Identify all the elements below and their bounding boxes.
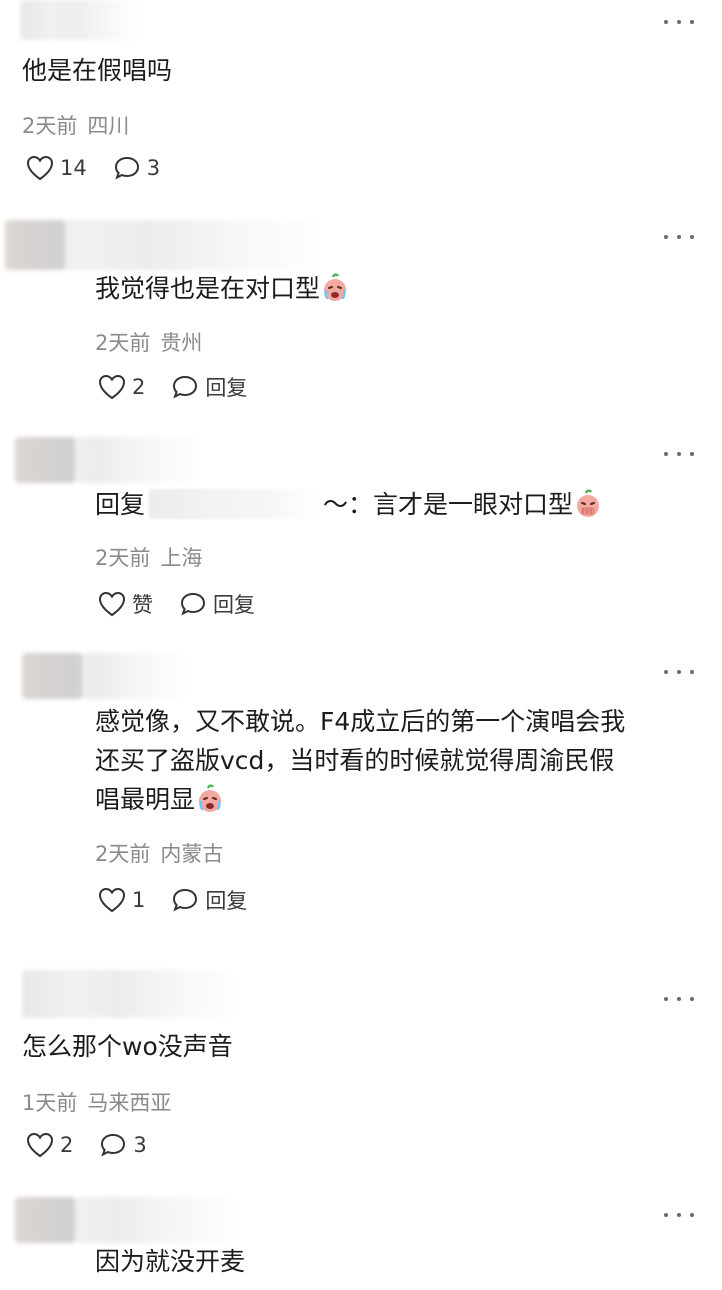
reply-label: 回复 bbox=[205, 889, 248, 913]
comment-location: 上海 bbox=[160, 546, 203, 570]
crying-emoji-icon bbox=[195, 784, 225, 814]
like-count: 2 bbox=[132, 375, 146, 399]
comment-location: 内蒙古 bbox=[160, 842, 224, 866]
reply-button[interactable]: 回复 bbox=[179, 589, 255, 619]
comment-actions: 2 回复 bbox=[98, 372, 273, 402]
comment-text-content: 我觉得也是在对口型 bbox=[95, 274, 321, 303]
comment-time: 2天前 bbox=[95, 331, 151, 355]
comment-time: 2天前 bbox=[95, 546, 151, 570]
crying-emoji-icon bbox=[320, 273, 350, 303]
heart-icon bbox=[26, 1132, 54, 1158]
comment-meta: 2天前 内蒙古 bbox=[95, 838, 223, 868]
more-dots-icon[interactable] bbox=[664, 15, 694, 29]
reply-count-button[interactable]: 3 bbox=[99, 1132, 147, 1158]
comment-actions: 2 3 bbox=[26, 1132, 173, 1158]
comment-location: 贵州 bbox=[160, 331, 203, 355]
like-count: 14 bbox=[60, 156, 87, 180]
more-dots-icon[interactable] bbox=[664, 992, 694, 1006]
more-dots-icon[interactable] bbox=[664, 230, 694, 244]
comment-bubble-icon bbox=[173, 888, 198, 912]
comment-bubble-icon bbox=[101, 1133, 126, 1157]
comment-time: 1天前 bbox=[22, 1091, 78, 1115]
reply-count: 3 bbox=[146, 156, 161, 180]
heart-icon bbox=[98, 887, 126, 913]
comment-actions: 14 3 bbox=[26, 155, 186, 181]
like-button[interactable]: 赞 bbox=[98, 589, 153, 619]
comment-text-line: 还买了盗版vcd，当时看的时候就觉得周渝民假 bbox=[95, 746, 615, 775]
heart-icon bbox=[26, 155, 54, 181]
comment-bubble-icon bbox=[173, 375, 198, 399]
facepalm-emoji-icon bbox=[573, 489, 603, 519]
username-blurred[interactable] bbox=[5, 220, 323, 270]
comment-time: 2天前 bbox=[95, 842, 151, 866]
username-blurred[interactable] bbox=[15, 437, 201, 483]
like-button[interactable]: 1 bbox=[98, 887, 145, 913]
like-count: 1 bbox=[132, 888, 146, 912]
mention-blurred[interactable] bbox=[149, 489, 320, 519]
like-count: 2 bbox=[60, 1133, 74, 1157]
username-blurred[interactable] bbox=[20, 0, 140, 40]
like-button[interactable]: 14 bbox=[26, 155, 87, 181]
comment-text: 他是在假唱吗 bbox=[22, 56, 173, 85]
more-dots-icon[interactable] bbox=[664, 1208, 694, 1222]
username-blurred[interactable] bbox=[22, 653, 188, 699]
reply-prefix: 回复 bbox=[95, 490, 146, 519]
comment-time: 2天前 bbox=[22, 114, 78, 138]
reply-count-button[interactable]: 3 bbox=[113, 155, 160, 181]
comment-text: 因为就没开麦 bbox=[95, 1247, 246, 1276]
comment-text-content: ～：言才是一眼对口型 bbox=[323, 490, 574, 519]
comment-location: 马来西亚 bbox=[87, 1091, 172, 1115]
comment-meta: 2天前 上海 bbox=[95, 542, 202, 572]
like-button[interactable]: 2 bbox=[26, 1132, 73, 1158]
heart-icon bbox=[98, 591, 126, 617]
more-dots-icon[interactable] bbox=[664, 447, 694, 461]
comment-meta: 2天前 四川 bbox=[22, 110, 129, 140]
username-blurred[interactable] bbox=[15, 1197, 240, 1243]
comment-text: 唱最明显 bbox=[95, 781, 225, 819]
comment-location: 四川 bbox=[87, 114, 130, 138]
reply-count: 3 bbox=[133, 1133, 147, 1157]
comment-meta: 1天前 马来西亚 bbox=[22, 1087, 171, 1117]
reply-button[interactable]: 回复 bbox=[171, 885, 247, 915]
reply-label: 回复 bbox=[213, 593, 255, 617]
reply-button[interactable]: 回复 bbox=[171, 372, 247, 402]
comment-meta: 2天前 贵州 bbox=[95, 327, 202, 357]
comment-bubble-icon bbox=[180, 592, 206, 616]
comment-text: 我觉得也是在对口型 bbox=[95, 270, 350, 308]
comment-actions: 1 回复 bbox=[98, 885, 273, 915]
username-blurred[interactable] bbox=[22, 970, 237, 1018]
comment-text: 回复 ～：言才是一眼对口型 bbox=[95, 486, 603, 524]
comment-text-line: 唱最明显 bbox=[95, 785, 196, 814]
reply-label: 回复 bbox=[205, 376, 248, 400]
more-dots-icon[interactable] bbox=[664, 665, 694, 679]
comment-text: 怎么那个wo没声音 bbox=[22, 1032, 233, 1061]
comment-actions: 赞 回复 bbox=[98, 589, 281, 619]
heart-icon bbox=[98, 374, 126, 400]
like-label: 赞 bbox=[132, 593, 153, 617]
comment-text-line: 感觉像，又不敢说。F4成立后的第一个演唱会我 bbox=[95, 707, 626, 736]
like-button[interactable]: 2 bbox=[98, 374, 145, 400]
comment-bubble-icon bbox=[114, 156, 139, 180]
